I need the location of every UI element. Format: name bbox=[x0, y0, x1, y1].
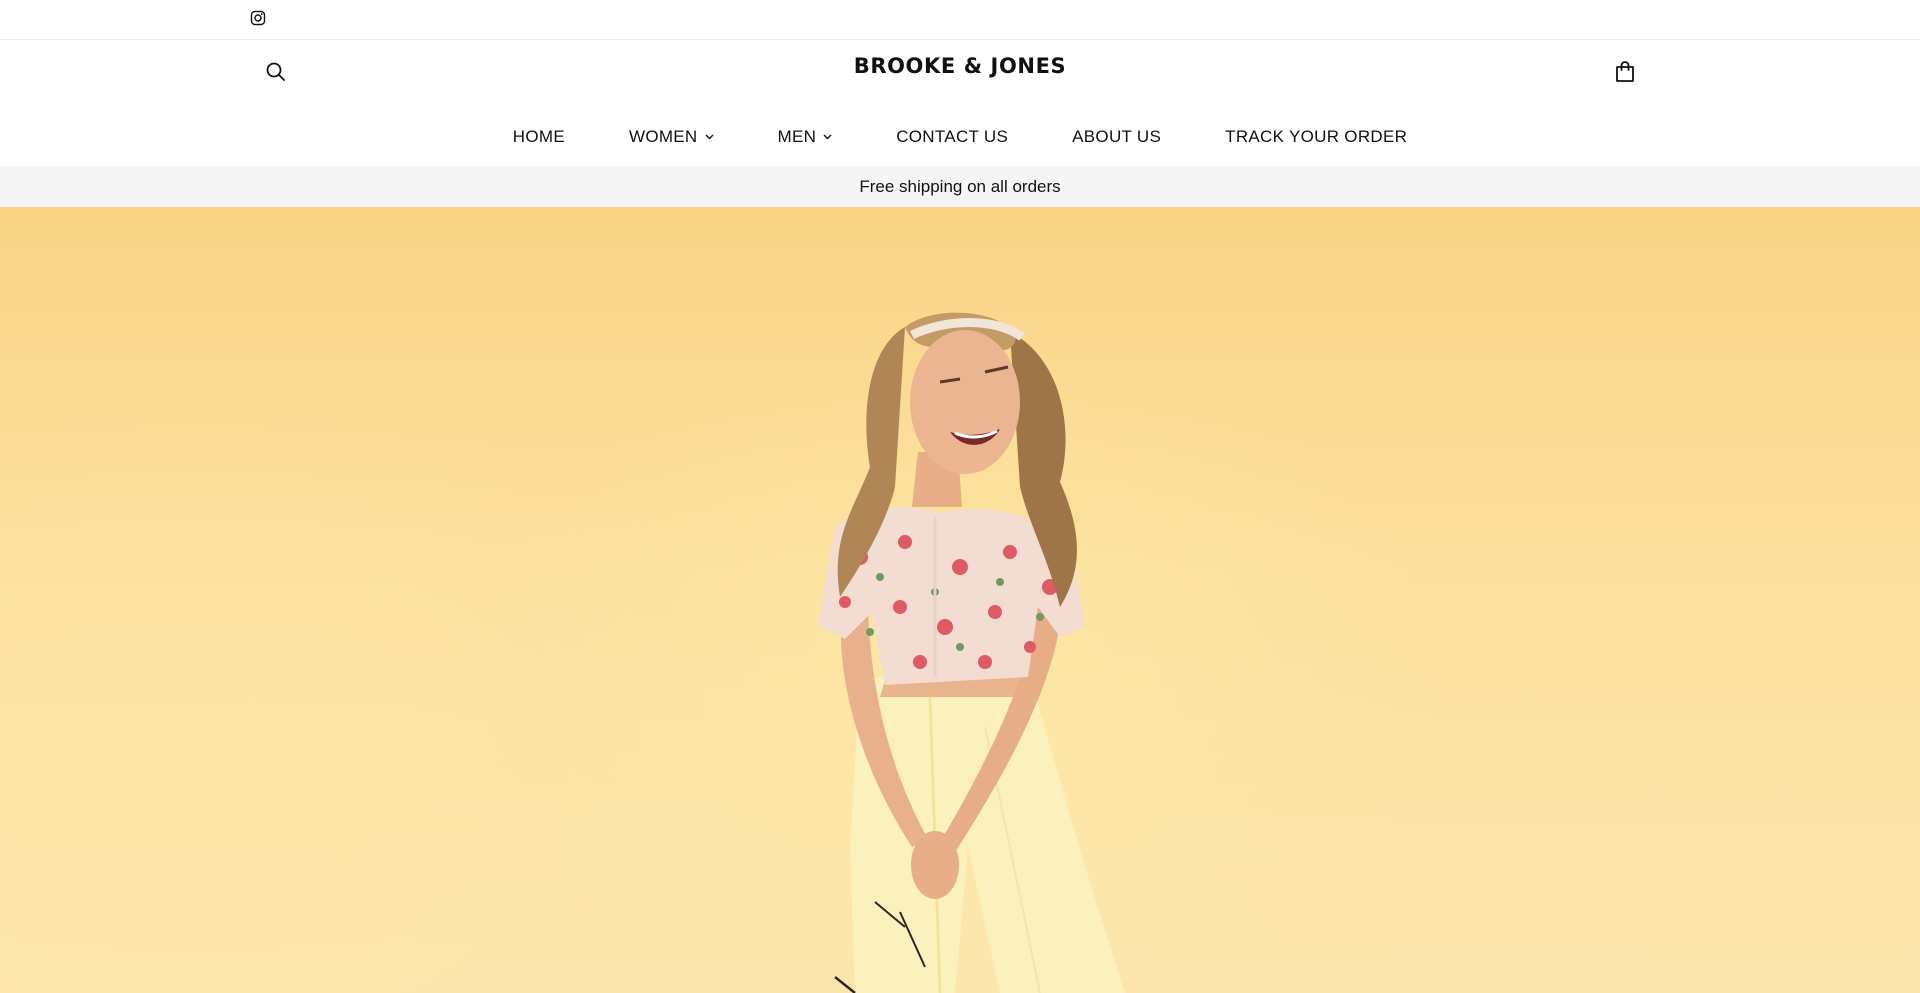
nav-item-home[interactable]: HOME bbox=[513, 127, 565, 147]
shopping-bag-icon[interactable] bbox=[1614, 60, 1636, 84]
main-navigation: HOME WOMEN MEN CONTACT US ABOUT US TRACK… bbox=[0, 122, 1920, 152]
nav-item-contact-us[interactable]: CONTACT US bbox=[896, 127, 1008, 147]
nav-item-track-your-order[interactable]: TRACK YOUR ORDER bbox=[1225, 127, 1407, 147]
announcement-text: Free shipping on all orders bbox=[859, 176, 1061, 196]
nav-item-label: HOME bbox=[512, 127, 565, 146]
hero-banner[interactable] bbox=[0, 207, 1920, 993]
site-header: BROOKE & JONES HOME WOMEN MEN CONTACT US… bbox=[0, 40, 1920, 166]
chevron-down-icon bbox=[823, 134, 832, 140]
nav-item-men[interactable]: MEN bbox=[778, 127, 833, 147]
instagram-icon[interactable] bbox=[250, 10, 266, 26]
nav-item-label: ABOUT US bbox=[1072, 127, 1162, 146]
nav-item-label: WOMEN bbox=[628, 127, 698, 146]
nav-item-women[interactable]: WOMEN bbox=[629, 127, 714, 147]
nav-item-label: TRACK YOUR ORDER bbox=[1225, 127, 1408, 146]
hero-image bbox=[818, 312, 1125, 993]
nav-item-about-us[interactable]: ABOUT US bbox=[1072, 127, 1161, 147]
top-bar bbox=[0, 0, 1920, 40]
chevron-down-icon bbox=[705, 134, 714, 140]
nav-item-label: CONTACT US bbox=[896, 127, 1009, 146]
announcement-bar: Free shipping on all orders bbox=[0, 166, 1920, 207]
nav-item-label: MEN bbox=[777, 127, 817, 146]
